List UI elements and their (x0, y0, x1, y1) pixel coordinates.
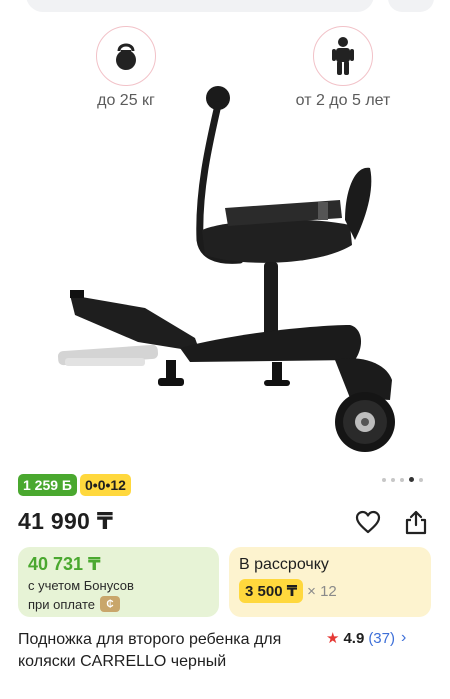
installment-badge: 0•0•12 (80, 474, 131, 496)
installment-row: 3 500 ₸ × 12 (239, 579, 337, 603)
bonus-badge: 1 259 Б (18, 474, 77, 496)
bonus-price-card[interactable]: 40 731 ₸ с учетом Бонусов при оплате ₵ (18, 547, 219, 617)
kettlebell-icon (96, 26, 156, 86)
chevron-right-icon: › (401, 629, 407, 646)
product-price: 41 990 ₸ (18, 508, 114, 534)
bonus-note-line2-row: при оплате ₵ (28, 596, 120, 612)
rating-score: 4.9 (343, 629, 365, 647)
bonus-price: 40 731 ₸ (28, 554, 101, 574)
bank-coin-icon: ₵ (99, 596, 120, 612)
bonus-note-line1: с учетом Бонусов (28, 578, 134, 593)
heart-icon (355, 510, 381, 534)
installment-title: В рассрочку (239, 556, 329, 573)
installment-card[interactable]: В рассрочку 3 500 ₸ × 12 (229, 547, 431, 617)
installment-multiplier: × 12 (307, 582, 337, 600)
gallery-dot-active[interactable] (409, 477, 414, 482)
gallery-dot[interactable] (400, 477, 404, 482)
gallery-dot[interactable] (391, 477, 395, 482)
gallery-pagination[interactable] (382, 477, 423, 482)
share-button[interactable] (401, 507, 431, 537)
star-icon: ★ (326, 630, 340, 647)
product-title: Подножка для второго ребенка для коляски… (18, 631, 282, 670)
share-icon (405, 510, 427, 535)
child-icon (313, 26, 373, 86)
gallery-dot[interactable] (382, 477, 386, 482)
gallery-dot[interactable] (419, 477, 423, 482)
search-bar-edge[interactable] (26, 0, 374, 12)
top-action-button[interactable] (388, 0, 434, 12)
product-image[interactable] (50, 80, 410, 465)
price-badges: 1 259 Б 0•0•12 (18, 474, 131, 496)
top-search-bar (0, 0, 450, 16)
installment-amount: 3 500 ₸ (239, 579, 304, 603)
review-count[interactable]: (37) (368, 630, 395, 647)
bonus-note-line2: при оплате (28, 596, 95, 612)
favorite-button[interactable] (353, 507, 383, 537)
rating-link[interactable]: ★ 4.9 (37) › (326, 629, 406, 647)
